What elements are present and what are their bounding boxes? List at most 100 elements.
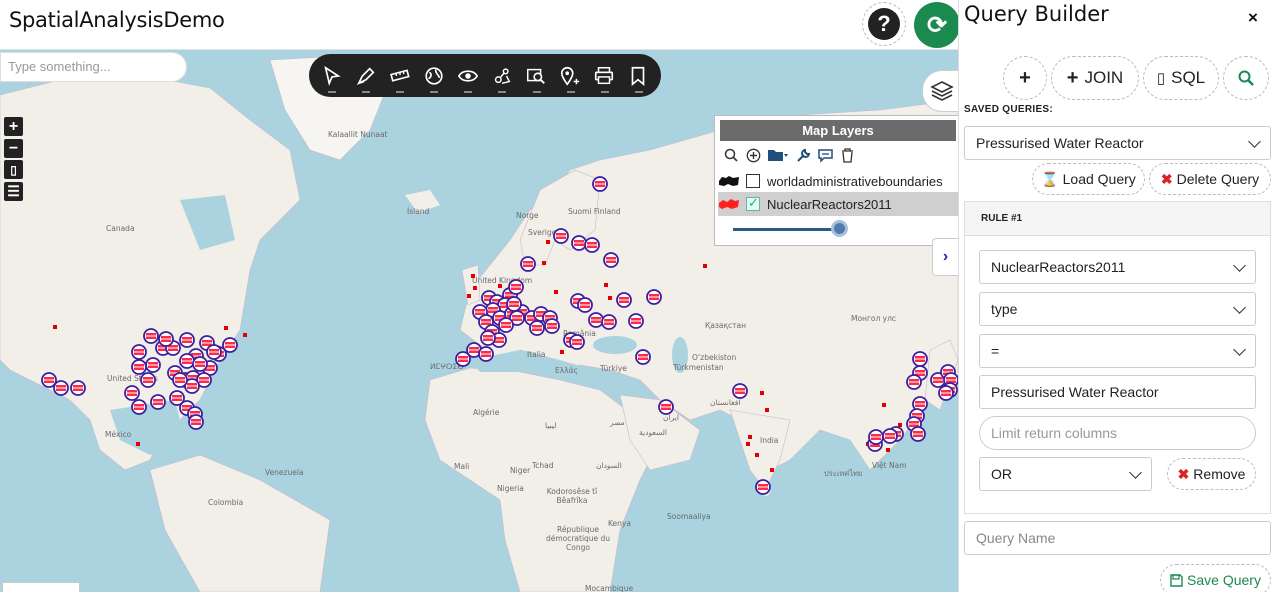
analysis-icon[interactable] [489, 61, 514, 93]
rule-logic-select[interactable]: OR [979, 457, 1152, 491]
layer-checkbox-boundaries[interactable] [746, 174, 760, 188]
reactor-point[interactable] [498, 284, 502, 288]
reactor-marker[interactable] [131, 359, 147, 375]
saved-queries-select[interactable]: Pressurised Water Reactor [964, 126, 1271, 160]
reactor-marker[interactable] [603, 252, 619, 268]
reactor-marker[interactable] [601, 314, 617, 330]
query-icon[interactable] [524, 61, 549, 93]
opacity-slider-handle[interactable] [831, 220, 848, 237]
reactor-marker[interactable] [628, 313, 644, 329]
location-icon[interactable] [558, 61, 583, 93]
reactor-marker[interactable] [150, 394, 166, 410]
reactor-marker[interactable] [646, 289, 662, 305]
reactor-point[interactable] [608, 296, 612, 300]
help-button[interactable]: ? [862, 2, 906, 46]
save-query-button[interactable]: Save Query [1160, 564, 1271, 592]
view-icon[interactable] [455, 61, 480, 93]
reactor-point[interactable] [471, 274, 475, 278]
layer-row-boundaries[interactable]: worldadministrativeboundaries [718, 169, 958, 193]
reactor-point[interactable] [243, 333, 247, 337]
reactor-marker[interactable] [478, 346, 494, 362]
reactor-marker[interactable] [584, 237, 600, 253]
sql-button[interactable]: ▯ SQL [1143, 56, 1219, 100]
close-icon[interactable]: × [1248, 8, 1258, 28]
reactor-marker[interactable] [480, 330, 496, 346]
reactor-point[interactable] [760, 391, 764, 395]
reactor-marker[interactable] [912, 351, 928, 367]
reactor-marker[interactable] [455, 351, 471, 367]
reactor-marker[interactable] [124, 385, 140, 401]
add-rule-button[interactable]: + [1003, 56, 1047, 100]
reactor-marker[interactable] [140, 372, 156, 388]
reactor-marker[interactable] [506, 296, 522, 312]
reactor-marker[interactable] [658, 399, 674, 415]
comment-icon[interactable] [817, 147, 833, 163]
reactor-point[interactable] [542, 261, 546, 265]
folder-icon[interactable] [767, 147, 789, 163]
reactor-marker[interactable] [635, 349, 651, 365]
layer-row-reactors[interactable]: NuclearReactors2011 [718, 192, 958, 216]
reactor-marker[interactable] [498, 317, 514, 333]
fullscreen-button[interactable]: ▯ [4, 160, 23, 179]
reactor-marker[interactable] [592, 176, 608, 192]
join-button[interactable]: + JOIN [1051, 56, 1139, 100]
reactor-marker[interactable] [732, 383, 748, 399]
reactor-point[interactable] [554, 290, 558, 294]
legend-button[interactable]: ☰ [4, 182, 23, 201]
rule-layer-select[interactable]: NuclearReactors2011 [979, 250, 1256, 284]
reactor-marker[interactable] [206, 344, 222, 360]
refresh-button[interactable]: ⟳ [914, 2, 960, 48]
reactor-marker[interactable] [179, 332, 195, 348]
search-input[interactable]: Type something... [0, 52, 187, 82]
draw-icon[interactable] [353, 61, 378, 93]
reactor-point[interactable] [467, 294, 471, 298]
bookmark-icon[interactable] [626, 61, 651, 93]
reactor-marker[interactable] [520, 256, 536, 272]
reactor-marker[interactable] [906, 374, 922, 390]
reactor-marker[interactable] [616, 292, 632, 308]
load-query-button[interactable]: ⌛ Load Query [1032, 163, 1145, 195]
reactor-marker[interactable] [577, 297, 593, 313]
reactor-marker[interactable] [529, 320, 545, 336]
reactor-point[interactable] [886, 448, 890, 452]
reactor-point[interactable] [604, 283, 608, 287]
remove-rule-button[interactable]: ✖ Remove [1167, 458, 1256, 490]
print-icon[interactable] [592, 61, 617, 93]
reactor-point[interactable] [136, 442, 140, 446]
collapse-panel-button[interactable]: › [932, 238, 958, 276]
reactor-marker[interactable] [938, 385, 954, 401]
reactor-marker[interactable] [868, 429, 884, 445]
reactor-marker[interactable] [755, 479, 771, 495]
run-search-button[interactable] [1223, 56, 1269, 100]
reactor-marker[interactable] [571, 235, 587, 251]
search-icon[interactable] [723, 147, 739, 163]
reactor-marker[interactable] [53, 380, 69, 396]
reactor-point[interactable] [748, 435, 752, 439]
reactor-point[interactable] [546, 240, 550, 244]
reactor-point[interactable] [882, 403, 886, 407]
rule-operator-select[interactable]: = [979, 334, 1256, 368]
reactor-marker[interactable] [131, 399, 147, 415]
reactor-marker[interactable] [172, 372, 188, 388]
reactor-point[interactable] [473, 286, 477, 290]
reactor-point[interactable] [770, 468, 774, 472]
wrench-icon[interactable] [795, 147, 811, 163]
reactor-marker[interactable] [222, 337, 238, 353]
measure-icon[interactable] [387, 61, 412, 93]
reactor-marker[interactable] [158, 331, 174, 347]
limit-columns-input[interactable]: Limit return columns [979, 416, 1256, 450]
reactor-marker[interactable] [910, 426, 926, 442]
reactor-point[interactable] [560, 350, 564, 354]
reactor-marker[interactable] [544, 318, 560, 334]
reactor-marker[interactable] [179, 353, 195, 369]
select-icon[interactable] [319, 61, 344, 93]
reactor-point[interactable] [224, 326, 228, 330]
reactor-marker[interactable] [131, 344, 147, 360]
reactor-point[interactable] [53, 325, 57, 329]
opacity-slider-track[interactable] [733, 228, 843, 231]
reactor-point[interactable] [755, 453, 759, 457]
globe-icon[interactable] [421, 61, 446, 93]
query-name-input[interactable]: Query Name [964, 521, 1271, 555]
zoom-in-button[interactable]: + [4, 117, 23, 136]
reactor-marker[interactable] [553, 228, 569, 244]
